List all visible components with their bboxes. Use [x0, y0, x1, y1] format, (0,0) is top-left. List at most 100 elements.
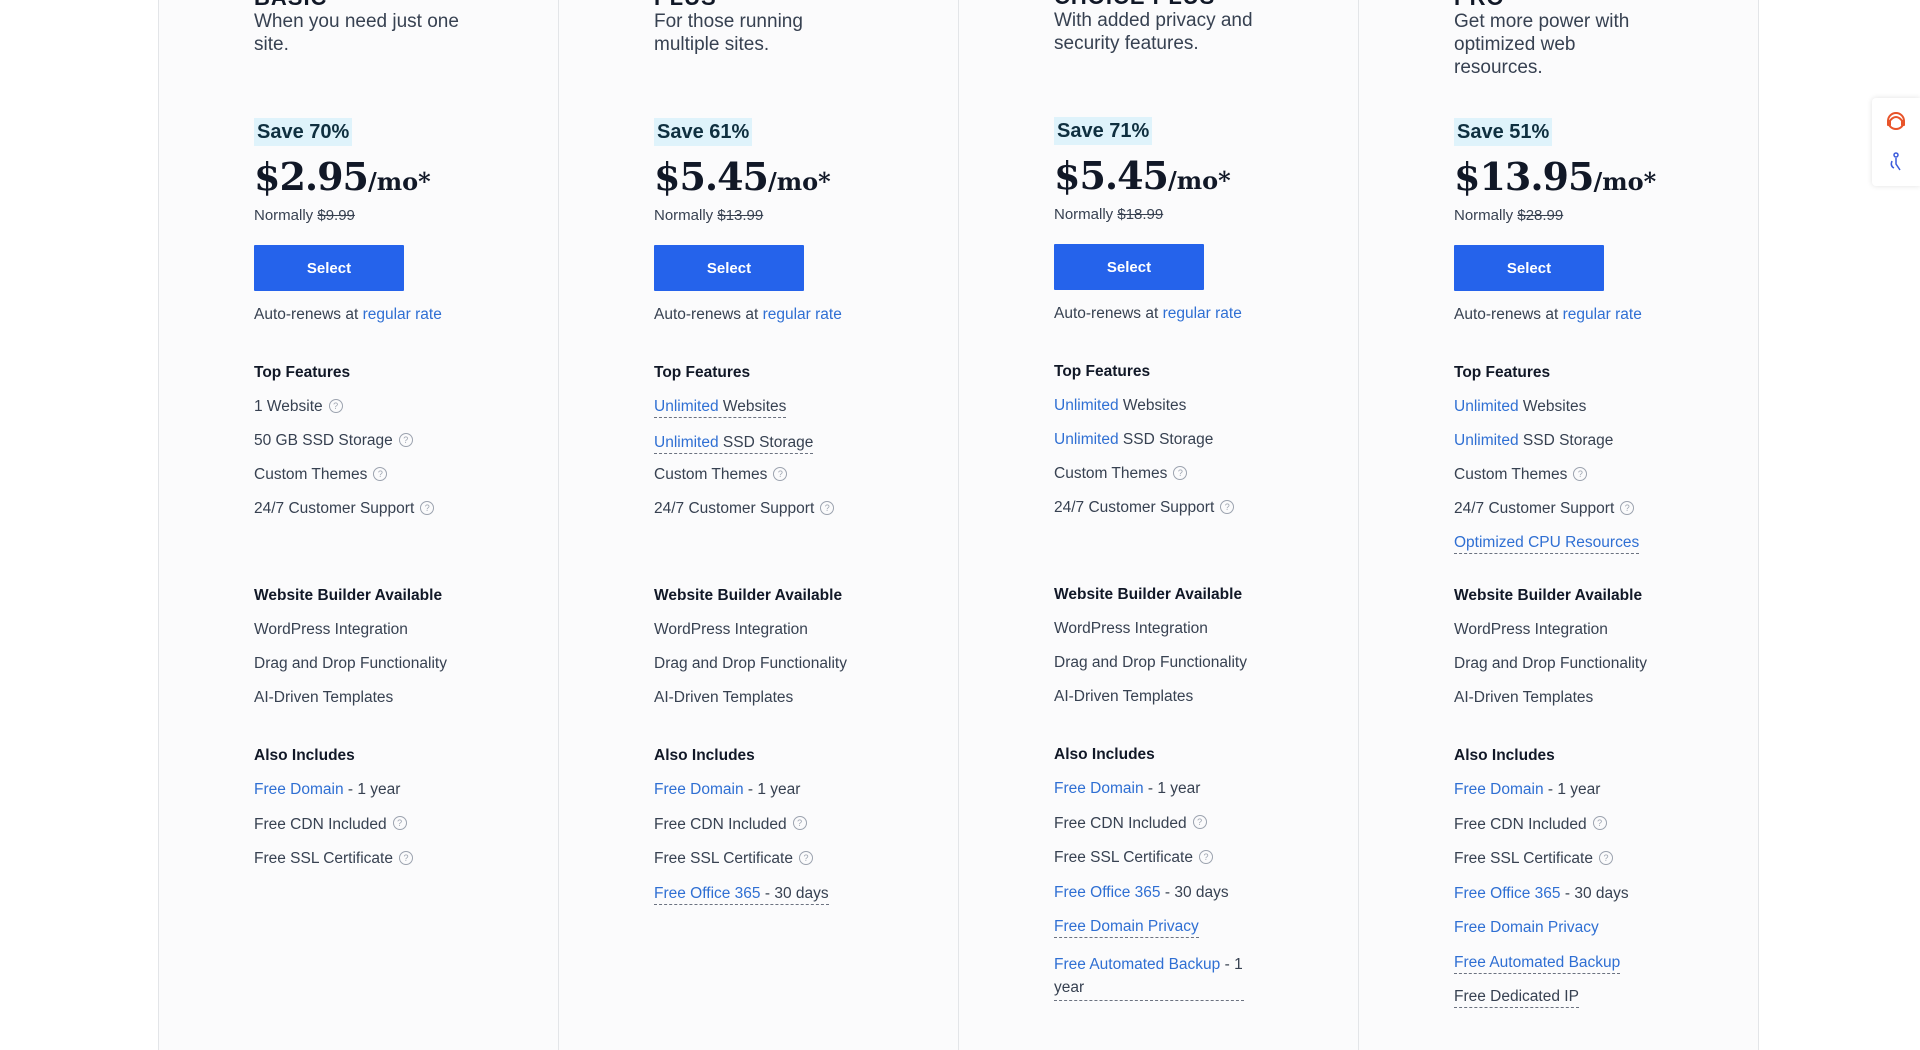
also-includes-item: Free Automated Backup	[1454, 954, 1621, 974]
help-icon[interactable]: ?	[1573, 466, 1588, 481]
save-badge: Save 51%	[1454, 118, 1553, 146]
help-icon[interactable]: ?	[1220, 499, 1235, 514]
feature-link[interactable]: Unlimited	[1054, 397, 1119, 414]
feature-link[interactable]: Unlimited	[1054, 431, 1119, 448]
also-includes-text: Free CDN Included	[254, 815, 387, 833]
also-includes-item: Free Domain - 1 year	[1454, 781, 1600, 799]
help-icon[interactable]: ?	[392, 816, 407, 831]
plan-price: $13.95/mo*	[1454, 154, 1656, 199]
website-builder-title: Website Builder Available	[654, 587, 843, 604]
also-includes-title: Also Includes	[1454, 747, 1555, 764]
help-icon[interactable]: ?	[1198, 849, 1213, 864]
also-includes-link[interactable]: Free Office 365	[1054, 884, 1161, 901]
feature-item: 24/7 Customer Support?	[1454, 500, 1635, 518]
accessibility-icon[interactable]	[1888, 152, 1904, 172]
pricing-plans: BASICWhen you need just one site.Save 70…	[158, 0, 1762, 1050]
price-amount: $5.45	[654, 154, 769, 199]
also-includes-text: - 1 year	[743, 781, 801, 798]
also-includes-text: - 1 year	[343, 781, 401, 798]
feature-item: 24/7 Customer Support?	[1054, 499, 1235, 517]
help-icon[interactable]: ?	[328, 398, 343, 413]
regular-rate-link[interactable]: regular rate	[1163, 305, 1242, 322]
auto-renew-text: Auto-renews at	[1054, 305, 1159, 322]
also-includes-item: Free SSL Certificate?	[1054, 849, 1213, 867]
regular-rate-link[interactable]: regular rate	[363, 306, 442, 323]
also-includes-item: Free Office 365 - 30 days	[1454, 885, 1629, 903]
help-icon[interactable]: ?	[798, 850, 813, 865]
also-includes-link[interactable]: Free Automated Backup	[1454, 954, 1620, 971]
feature-item: Unlimited SSD Storage	[1054, 431, 1213, 449]
also-includes-item: Free Domain - 1 year	[254, 781, 400, 799]
select-button[interactable]: Select	[254, 245, 404, 291]
side-widget	[1872, 98, 1920, 186]
save-badge: Save 70%	[254, 118, 353, 146]
top-features-title: Top Features	[1454, 364, 1551, 381]
also-includes-item: Free CDN Included?	[1054, 815, 1207, 833]
help-icon[interactable]: ?	[773, 466, 788, 481]
help-icon[interactable]: ?	[398, 432, 413, 447]
help-icon[interactable]: ?	[373, 466, 388, 481]
help-icon[interactable]: ?	[1598, 850, 1613, 865]
feature-text: 50 GB SSD Storage	[254, 432, 393, 449]
also-includes-link[interactable]: Free Domain Privacy	[1054, 918, 1199, 935]
auto-renew-note: Auto-renews at regular rate	[254, 306, 442, 324]
also-includes-text: Free CDN Included	[1054, 814, 1187, 832]
select-button[interactable]: Select	[1054, 244, 1204, 290]
feature-link[interactable]: Unlimited	[1454, 432, 1519, 449]
feature-text: 1 Website	[254, 398, 323, 415]
feature-item: Custom Themes?	[1454, 466, 1588, 484]
help-icon[interactable]: ?	[1620, 500, 1635, 515]
plan-column: BASICWhen you need just one site.Save 70…	[158, 0, 559, 1050]
feature-item: Optimized CPU Resources	[1454, 534, 1640, 554]
website-builder-title: Website Builder Available	[1054, 586, 1243, 603]
feature-link[interactable]: Unlimited	[1454, 398, 1519, 415]
support-icon[interactable]	[1885, 110, 1907, 132]
select-button[interactable]: Select	[654, 245, 804, 291]
price-period: /mo*	[768, 167, 831, 196]
help-icon[interactable]: ?	[1592, 816, 1607, 831]
feature-link[interactable]: Unlimited	[654, 434, 719, 451]
top-features-title: Top Features	[254, 364, 351, 381]
also-includes-link[interactable]: Free Domain	[654, 781, 744, 798]
also-includes-title: Also Includes	[1054, 746, 1155, 763]
also-includes-item: Free CDN Included?	[654, 816, 807, 834]
auto-renew-text: Auto-renews at	[254, 306, 359, 323]
also-includes-link[interactable]: Free Domain	[1454, 781, 1544, 798]
also-includes-link[interactable]: Free Domain	[1054, 780, 1144, 797]
price-amount: $13.95	[1454, 154, 1594, 199]
normally-label: Normally	[1454, 207, 1514, 224]
also-includes-item: Free Office 365 - 30 days	[1054, 884, 1229, 902]
help-icon[interactable]: ?	[420, 500, 435, 515]
also-includes-link[interactable]: Free Office 365	[1454, 885, 1561, 902]
feature-link[interactable]: Unlimited	[654, 398, 719, 415]
save-badge: Save 71%	[1054, 117, 1153, 145]
help-icon[interactable]: ?	[1173, 465, 1188, 480]
help-icon[interactable]: ?	[820, 500, 835, 515]
help-icon[interactable]: ?	[1192, 815, 1207, 830]
normal-price: Normally $9.99	[254, 207, 355, 224]
also-includes-text: Free SSL Certificate	[1454, 850, 1593, 867]
feature-text: Websites	[718, 398, 787, 415]
normal-price: Normally $13.99	[654, 207, 763, 224]
also-includes-link[interactable]: Free Office 365	[654, 885, 761, 902]
auto-renew-text: Auto-renews at	[1454, 306, 1559, 323]
auto-renew-note: Auto-renews at regular rate	[654, 306, 842, 324]
builder-item: WordPress Integration	[1054, 620, 1208, 637]
feature-link[interactable]: Optimized CPU Resources	[1454, 534, 1639, 551]
regular-rate-link[interactable]: regular rate	[763, 306, 842, 323]
builder-item: WordPress Integration	[1454, 621, 1608, 638]
regular-rate-link[interactable]: regular rate	[1563, 306, 1642, 323]
also-includes-item: Free Domain Privacy	[1454, 919, 1599, 937]
feature-text: Custom Themes	[1054, 465, 1168, 482]
select-button[interactable]: Select	[1454, 245, 1604, 291]
help-icon[interactable]: ?	[398, 850, 413, 865]
also-includes-title: Also Includes	[254, 747, 355, 764]
builder-item: AI-Driven Templates	[1054, 688, 1194, 705]
also-includes-title: Also Includes	[654, 747, 755, 764]
also-includes-link[interactable]: Free Domain	[254, 781, 344, 798]
help-icon[interactable]: ?	[792, 816, 807, 831]
also-includes-link[interactable]: Free Domain Privacy	[1454, 919, 1599, 936]
normal-price-value: $13.99	[717, 207, 764, 224]
also-includes-link[interactable]: Free Automated Backup	[1054, 956, 1220, 973]
feature-text: Websites	[1518, 398, 1587, 415]
